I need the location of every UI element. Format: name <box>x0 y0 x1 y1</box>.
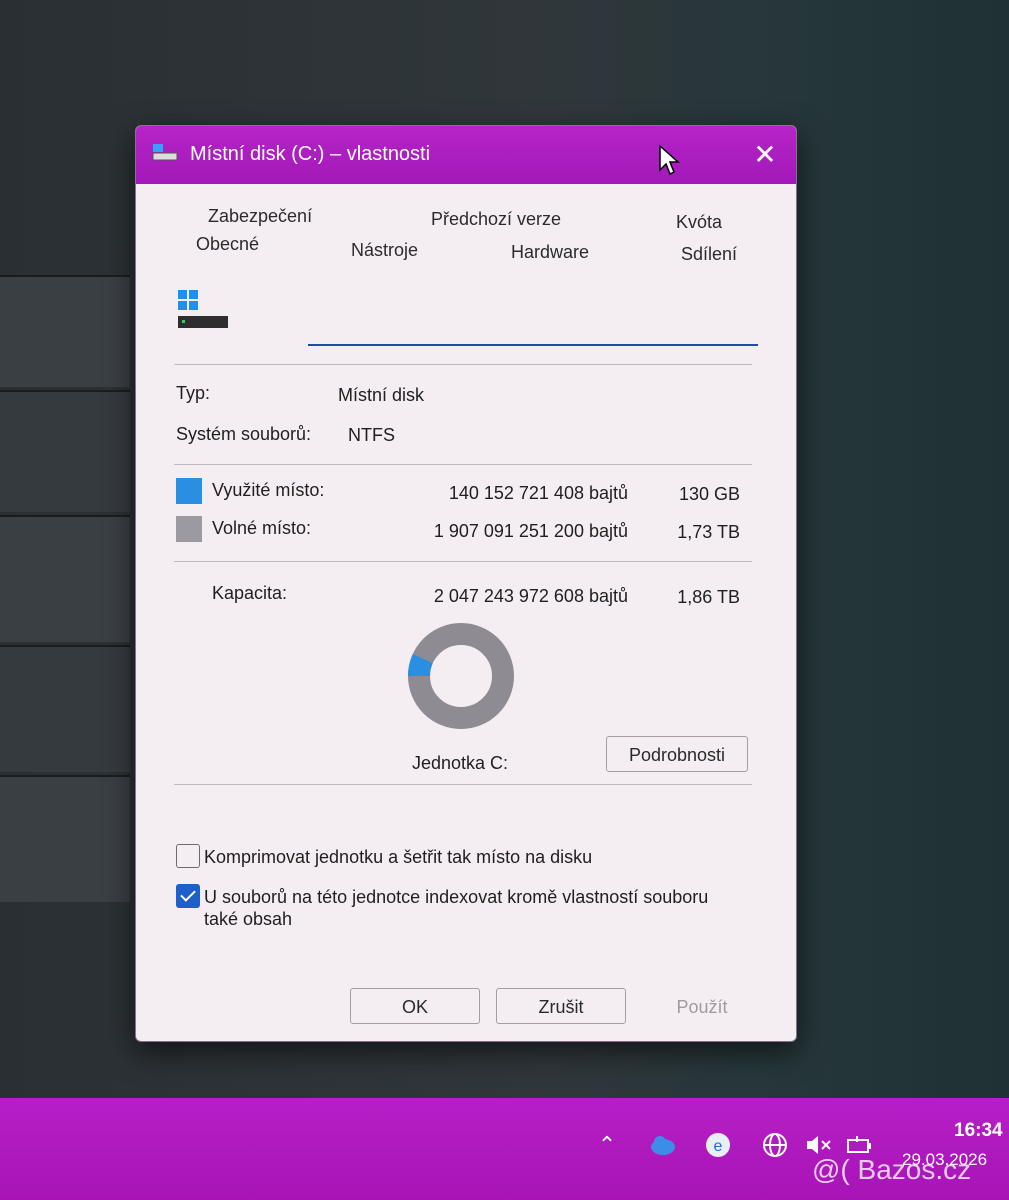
index-label-line2: také obsah <box>204 909 293 929</box>
edge-icon[interactable]: e <box>703 1130 733 1160</box>
drive-name-input[interactable] <box>308 298 758 346</box>
file-system-label: Systém souborů: <box>176 424 312 444</box>
used-space-size: 130 GB <box>678 484 740 504</box>
desktop-background-panel <box>0 645 130 772</box>
chevron-up-icon[interactable]: ⌃ <box>592 1130 622 1160</box>
drive-title-icon <box>152 144 178 161</box>
ok-button[interactable]: OK <box>350 988 480 1024</box>
window-title: Místní disk (C:) – vlastnosti <box>190 143 431 165</box>
separator <box>174 364 752 365</box>
tab-quota[interactable]: Kvóta <box>676 212 722 233</box>
drive-label: Jednotka C: <box>412 753 509 773</box>
desktop-background-panel <box>0 515 130 642</box>
disk-usage-donut <box>408 623 514 729</box>
tab-previous-versions[interactable]: Předchozí verze <box>431 209 561 230</box>
compress-checkbox[interactable] <box>176 844 200 868</box>
drive-icon <box>178 290 228 328</box>
free-space-size: 1,73 TB <box>677 522 740 542</box>
used-space-bytes: 140 152 721 408 bajtů <box>448 483 628 503</box>
close-button[interactable]: ✕ <box>748 138 782 172</box>
separator <box>174 464 752 465</box>
details-button[interactable]: Podrobnosti <box>606 736 748 772</box>
separator <box>174 784 752 785</box>
free-space-ring <box>408 623 514 729</box>
index-checkbox[interactable] <box>176 884 200 908</box>
capacity-bytes: 2 047 243 972 608 bajtů <box>433 586 628 606</box>
capacity-label: Kapacita: <box>212 583 288 603</box>
desktop-background-panel <box>0 275 130 387</box>
index-label-line1: U souborů na této jednotce indexovat kro… <box>204 887 709 907</box>
svg-text:e: e <box>714 1138 723 1155</box>
free-space-label: Volné místo: <box>212 518 312 538</box>
mouse-cursor-icon <box>659 144 680 176</box>
separator <box>174 561 752 562</box>
watermark-text: @( Bazos.cz <box>812 1154 972 1185</box>
desktop-background-panel <box>0 775 130 902</box>
compress-label: Komprimovat jednotku a šetřit tak místo … <box>204 847 593 867</box>
cloud-icon[interactable] <box>648 1130 678 1160</box>
properties-dialog: Místní disk (C:) – vlastnosti ✕ Zabezpeč… <box>135 125 797 1042</box>
type-label: Typ: <box>176 383 211 403</box>
used-space-label: Využité místo: <box>212 480 325 500</box>
tab-hardware[interactable]: Hardware <box>511 242 589 263</box>
clock-time[interactable]: 16:34 <box>954 1120 1003 1142</box>
used-space-swatch <box>176 478 202 504</box>
free-space-swatch <box>176 516 202 542</box>
file-system-value: NTFS <box>348 425 395 445</box>
free-space-bytes: 1 907 091 251 200 bajtů <box>433 521 628 541</box>
tab-tools[interactable]: Nástroje <box>351 240 418 261</box>
capacity-size: 1,86 TB <box>677 587 740 607</box>
desktop-background-panel <box>0 390 130 512</box>
title-bar[interactable]: Místní disk (C:) – vlastnosti ✕ <box>136 126 796 184</box>
tab-general[interactable]: Obecné <box>196 234 259 255</box>
cancel-button[interactable]: Zrušit <box>496 988 626 1024</box>
apply-button[interactable]: Použít <box>642 988 762 1024</box>
network-globe-icon[interactable] <box>760 1130 790 1160</box>
tab-security[interactable]: Zabezpečení <box>208 206 312 227</box>
used-space-arc <box>408 654 434 677</box>
tab-sharing[interactable]: Sdílení <box>681 244 737 265</box>
type-value: Místní disk <box>338 385 425 405</box>
